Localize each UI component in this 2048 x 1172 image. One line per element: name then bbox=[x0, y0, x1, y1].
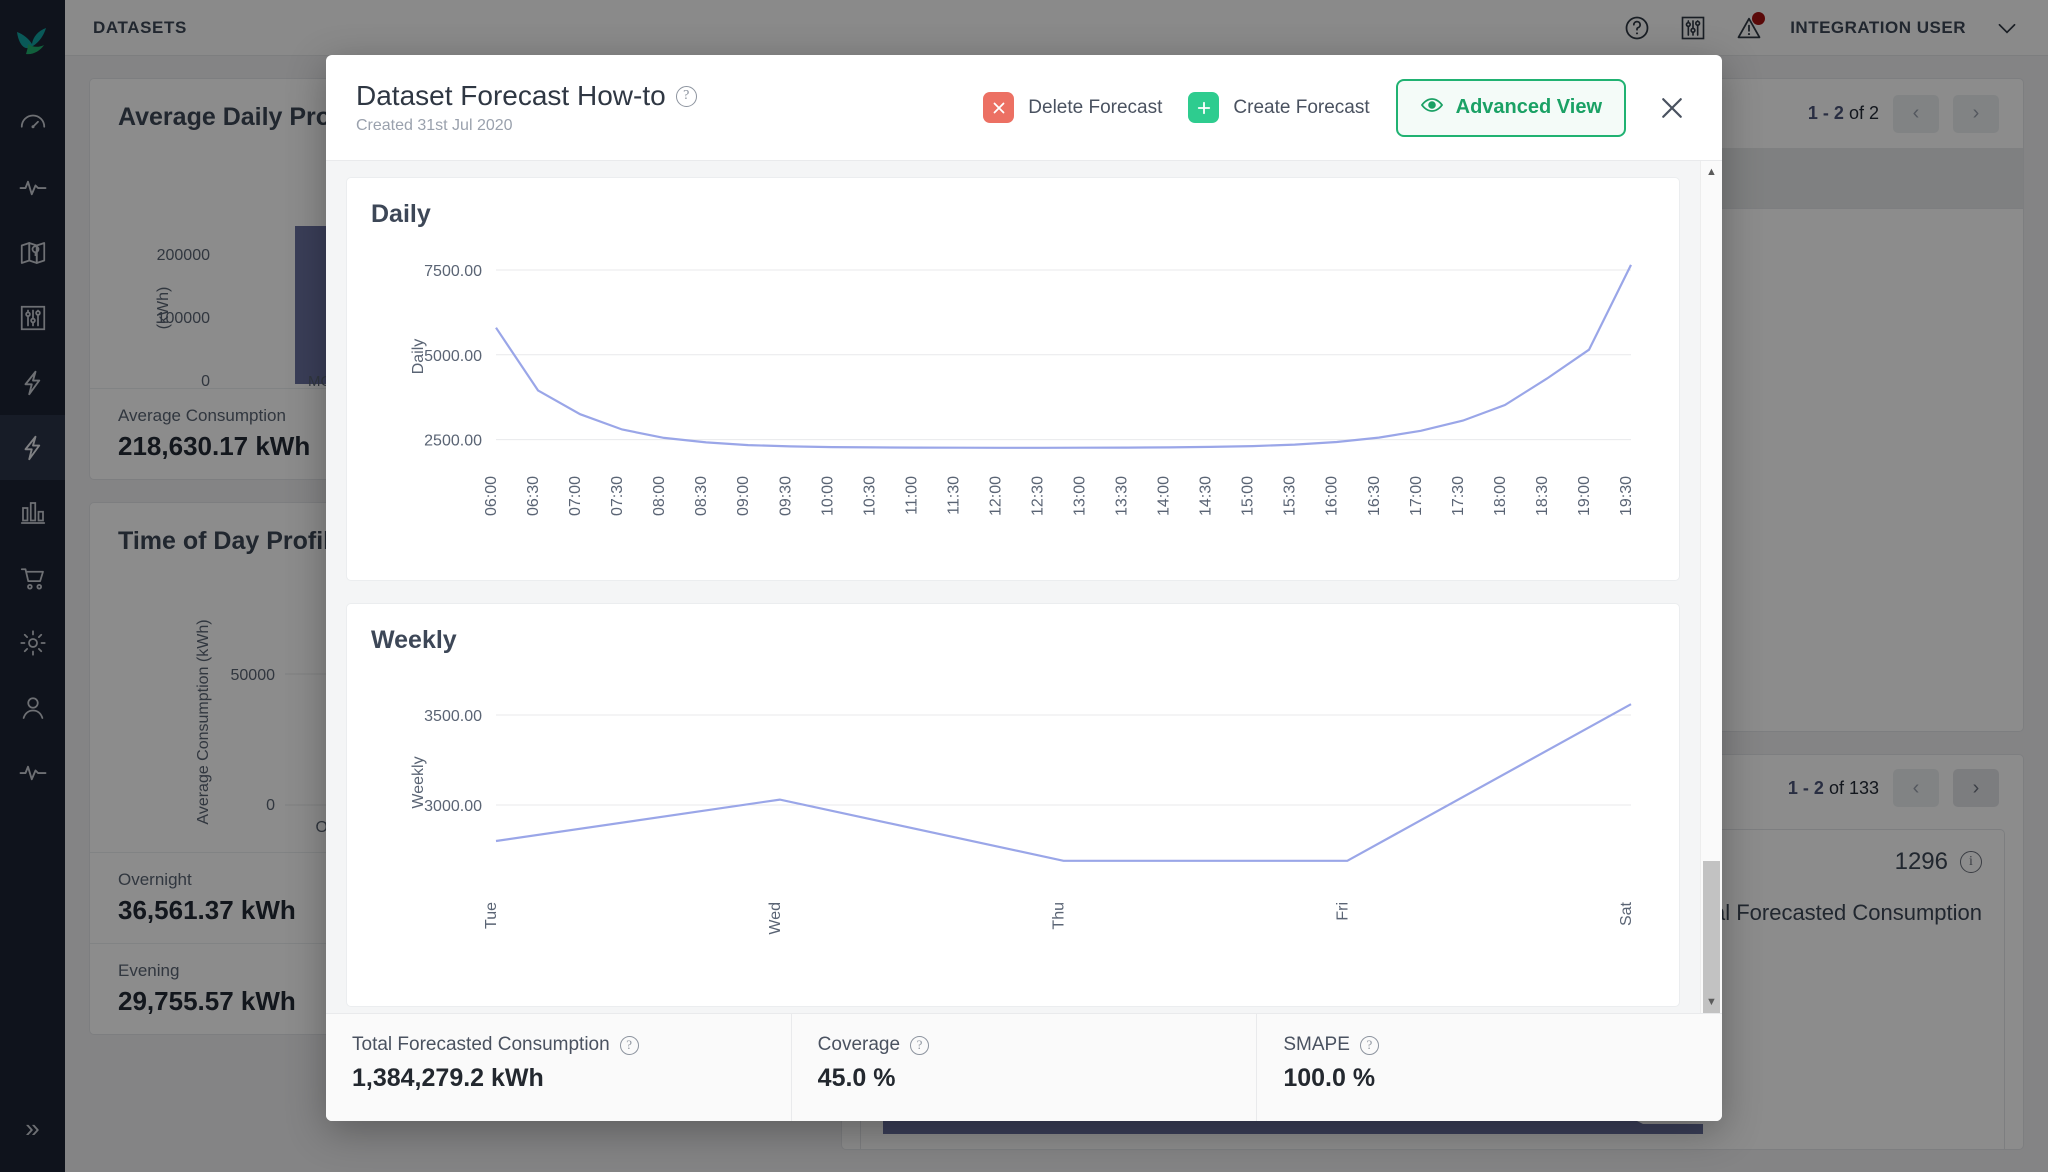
modal-header: Dataset Forecast How-to ? Created 31st J… bbox=[326, 55, 1722, 160]
label-text: Total Forecasted Consumption bbox=[352, 1034, 610, 1055]
weekly-line-chart: 3000.00 3500.00 Weekly Tue Wed Thu Fri Sat bbox=[410, 703, 1635, 935]
series-line bbox=[495, 703, 1632, 862]
close-modal-button[interactable] bbox=[1652, 88, 1692, 128]
x-tick-label: 12:00 bbox=[987, 476, 1004, 516]
footer-stat-label: Total Forecasted Consumption ? bbox=[352, 1034, 765, 1056]
modal-subtitle: Created 31st Jul 2020 bbox=[356, 117, 513, 134]
modal-title-text: Dataset Forecast How-to bbox=[356, 80, 666, 111]
label-text: SMAPE bbox=[1283, 1034, 1350, 1055]
x-tick-label: 15:00 bbox=[1240, 476, 1257, 516]
x-tick-label: 11:00 bbox=[903, 476, 920, 515]
x-tick-label: 12:30 bbox=[1029, 476, 1046, 516]
x-tick-label: 06:00 bbox=[483, 476, 500, 516]
x-tick-label: 15:30 bbox=[1282, 476, 1299, 516]
x-tick-label: Tue bbox=[483, 902, 500, 929]
eye-icon bbox=[1420, 93, 1444, 123]
x-tick-label: 16:00 bbox=[1324, 476, 1341, 516]
x-tick-label: 07:00 bbox=[567, 476, 584, 516]
modal-actions: Delete Forecast Create Forecast Advanced… bbox=[983, 78, 1692, 137]
x-tick-label: 17:30 bbox=[1450, 476, 1467, 516]
x-tick-label: 08:30 bbox=[693, 476, 710, 516]
delete-forecast-button[interactable]: Delete Forecast bbox=[983, 92, 1162, 123]
scroll-down-arrow[interactable]: ▼ bbox=[1701, 991, 1722, 1013]
y-tick-label: 3500.00 bbox=[424, 708, 482, 725]
y-tick-label: 2500.00 bbox=[424, 433, 482, 450]
footer-stat-value: 45.0 % bbox=[817, 1064, 896, 1092]
x-tick-label: 19:30 bbox=[1618, 476, 1635, 516]
help-icon[interactable]: ? bbox=[910, 1035, 930, 1055]
help-icon[interactable]: ? bbox=[675, 85, 697, 107]
footer-stat-smape: SMAPE ? 100.0 % bbox=[1257, 1014, 1722, 1121]
create-forecast-button[interactable]: Create Forecast bbox=[1188, 92, 1370, 123]
footer-stat-coverage: Coverage ? 45.0 % bbox=[792, 1014, 1258, 1121]
y-tick-label: 7500.00 bbox=[424, 263, 482, 280]
x-tick-label: 09:00 bbox=[735, 476, 752, 516]
close-icon bbox=[983, 92, 1015, 123]
plus-icon bbox=[1188, 92, 1220, 123]
y-axis-label: Daily bbox=[410, 339, 427, 375]
label-text: Coverage bbox=[817, 1034, 901, 1055]
modal-footer: Total Forecasted Consumption ? 1,384,279… bbox=[326, 1013, 1722, 1121]
series-line bbox=[495, 264, 1632, 449]
advanced-view-label: Advanced View bbox=[1455, 96, 1602, 118]
x-tick-label: 13:00 bbox=[1072, 476, 1089, 516]
x-tick-label: 19:00 bbox=[1576, 476, 1593, 516]
x-tick-label: Sat bbox=[1618, 901, 1635, 926]
modal-scroll-area: Daily 2500.00 5000.00 7500.00 Daily 06:00 06:… bbox=[326, 161, 1700, 1013]
y-tick-label: 5000.00 bbox=[424, 348, 482, 365]
x-tick-label: 18:00 bbox=[1492, 476, 1509, 516]
x-tick-label: 10:30 bbox=[861, 476, 878, 516]
x-tick-label: 06:30 bbox=[525, 476, 542, 516]
x-tick-label: Wed bbox=[767, 902, 784, 935]
create-forecast-label: Create Forecast bbox=[1233, 96, 1370, 118]
footer-stat-value: 1,384,279.2 kWh bbox=[352, 1064, 544, 1092]
x-tick-label: 16:30 bbox=[1366, 476, 1383, 516]
x-tick-label: 14:00 bbox=[1156, 476, 1173, 516]
chart-title-weekly: Weekly bbox=[371, 626, 457, 654]
modal-scrollbar[interactable]: ▲ ▼ bbox=[1700, 161, 1722, 1013]
advanced-view-button[interactable]: Advanced View bbox=[1395, 78, 1626, 137]
x-tick-label: 07:30 bbox=[609, 476, 626, 516]
modal-title-block: Dataset Forecast How-to ? Created 31st J… bbox=[356, 80, 697, 135]
x-tick-label: 09:30 bbox=[777, 476, 794, 516]
help-icon[interactable]: ? bbox=[619, 1035, 639, 1055]
x-tick-label: Fri bbox=[1334, 902, 1351, 921]
forecast-detail-modal: Dataset Forecast How-to ? Created 31st J… bbox=[326, 55, 1722, 1121]
y-axis-label: Weekly bbox=[410, 756, 427, 808]
footer-stat-total-forecasted-consumption: Total Forecasted Consumption ? 1,384,279… bbox=[326, 1014, 792, 1121]
scroll-up-arrow[interactable]: ▲ bbox=[1701, 161, 1722, 183]
daily-chart-card: Daily 2500.00 5000.00 7500.00 Daily 06:00 06:… bbox=[346, 177, 1680, 581]
footer-stat-label: Coverage ? bbox=[818, 1034, 1231, 1056]
footer-stat-value: 100.0 % bbox=[1283, 1064, 1376, 1092]
x-tick-label: 11:30 bbox=[945, 476, 962, 515]
delete-forecast-label: Delete Forecast bbox=[1028, 96, 1163, 118]
chart-title-daily: Daily bbox=[371, 200, 431, 228]
modal-body: Daily 2500.00 5000.00 7500.00 Daily 06:00 06:… bbox=[326, 160, 1722, 1013]
help-icon[interactable]: ? bbox=[1359, 1035, 1379, 1055]
weekly-chart-card: Weekly 3000.00 3500.00 Weekly Tue Wed Thu Fri S… bbox=[346, 603, 1680, 1007]
x-tick-label: 10:00 bbox=[819, 476, 836, 516]
x-tick-label: 14:30 bbox=[1198, 476, 1215, 516]
page-title: Dataset Forecast How-to ? bbox=[356, 80, 697, 112]
x-tick-label: 17:00 bbox=[1408, 476, 1425, 516]
x-tick-label: Thu bbox=[1051, 902, 1068, 930]
y-tick-label: 3000.00 bbox=[424, 798, 482, 815]
x-tick-label: 08:00 bbox=[651, 476, 668, 516]
daily-line-chart: 2500.00 5000.00 7500.00 Daily 06:00 06:30 07:0… bbox=[410, 263, 1635, 516]
x-tick-label: 13:30 bbox=[1114, 476, 1131, 516]
x-tick-label: 18:30 bbox=[1534, 476, 1551, 516]
footer-stat-label: SMAPE ? bbox=[1283, 1034, 1696, 1056]
